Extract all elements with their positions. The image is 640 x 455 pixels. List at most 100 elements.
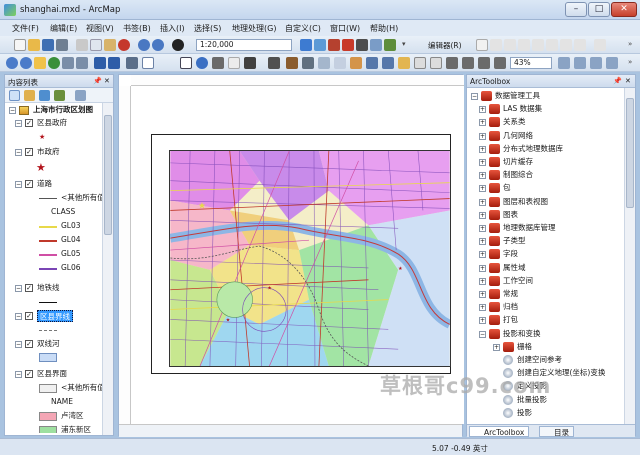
edit-tool-icon[interactable] [476, 39, 488, 51]
list-by-drawing-order-icon[interactable] [9, 90, 20, 101]
toc-layer-metro[interactable]: 地铁线 [37, 282, 60, 294]
save-icon[interactable] [42, 39, 54, 51]
layer-checkbox[interactable]: ✓ [25, 370, 33, 378]
toolset-expander-icon[interactable]: + [493, 343, 500, 351]
list-by-visibility-icon[interactable] [39, 90, 50, 101]
editor-toolbar-icon[interactable] [300, 39, 312, 51]
menu-insert[interactable]: 插入(I) [160, 23, 185, 34]
redo-icon[interactable] [152, 39, 164, 51]
zoom-100-percent-icon[interactable] [430, 57, 442, 69]
toolset-expander-icon[interactable]: + [479, 198, 486, 206]
toolset-expander-icon[interactable]: + [479, 304, 486, 312]
toolbox-toolset-item[interactable]: 切片缓存 [503, 155, 533, 168]
open-folder-icon[interactable] [28, 39, 40, 51]
toolbox-toolset-item[interactable]: 包 [503, 181, 511, 194]
tab-catalog[interactable]: 目录 [539, 426, 574, 437]
toolbox-toolset-item[interactable]: 几何网络 [503, 129, 533, 142]
fixed-zoom-in-icon[interactable] [62, 57, 74, 69]
toolset-expander-icon[interactable]: + [479, 119, 486, 127]
layout-zoom-in-icon[interactable] [366, 57, 378, 69]
split-tool-icon[interactable] [532, 39, 544, 51]
toolbox-toolset-item[interactable]: 图表 [503, 208, 518, 221]
menu-customize[interactable]: 自定义(C) [285, 23, 321, 34]
list-by-selection-icon[interactable] [54, 90, 65, 101]
toolset-expander-icon[interactable]: + [479, 317, 486, 325]
menu-selection[interactable]: 选择(S) [194, 23, 221, 34]
close-button[interactable]: ✕ [611, 2, 637, 17]
layer-checkbox[interactable]: ✓ [25, 148, 33, 156]
map-scale-combo[interactable]: 1:20,000 [196, 39, 292, 51]
undo-icon[interactable] [138, 39, 150, 51]
toolset-expander-icon[interactable]: + [479, 145, 486, 153]
zoom-whole-page-icon[interactable] [414, 57, 426, 69]
toolbox-toolset-item[interactable]: 字段 [503, 247, 518, 260]
data-driven-pages-icon[interactable] [606, 57, 618, 69]
zoom-percent-combo[interactable]: 43% [510, 57, 552, 69]
zoom-out-icon[interactable] [20, 57, 32, 69]
layer-checkbox[interactable]: ✓ [25, 284, 33, 292]
find-icon[interactable] [244, 57, 256, 69]
toc-layer-roads[interactable]: 道路 [37, 178, 52, 190]
menu-edit[interactable]: 编辑(E) [50, 23, 77, 34]
time-slider-icon[interactable] [334, 57, 346, 69]
toc-layer-city-gov[interactable]: 市政府 [37, 146, 60, 158]
delete-icon[interactable] [118, 39, 130, 51]
toolbox-toolset-item[interactable]: 地理数据库管理 [503, 221, 556, 234]
paste-icon[interactable] [104, 39, 116, 51]
toolbox-toolset-item[interactable]: LAS 数据集 [503, 102, 542, 115]
layer-expander-icon[interactable]: − [15, 181, 22, 188]
layer-expander-icon[interactable]: − [15, 120, 22, 127]
tab-arctoolbox[interactable]: ArcToolbox [469, 426, 530, 437]
layer-expander-icon[interactable]: − [15, 313, 22, 320]
toolbox-toolset-item[interactable]: 关系类 [503, 115, 526, 128]
maximize-button[interactable]: □ [588, 2, 610, 17]
catalog-icon[interactable] [328, 39, 340, 51]
zoom-in-icon[interactable] [6, 57, 18, 69]
clear-selection-icon[interactable] [142, 57, 154, 69]
add-data-icon[interactable] [172, 39, 184, 51]
toolbox-toolset-item[interactable]: 属性域 [503, 261, 526, 274]
find-route-icon[interactable] [286, 57, 298, 69]
attributes-icon[interactable] [560, 39, 572, 51]
toolbox-tool-item[interactable]: 投影 [517, 406, 532, 419]
toolbox-toolset-item[interactable]: 投影和变换 [503, 327, 541, 340]
menu-help[interactable]: 帮助(H) [370, 23, 398, 34]
select-elements-icon[interactable] [180, 57, 192, 69]
create-features-icon[interactable] [594, 39, 606, 51]
layer-expander-icon[interactable]: − [15, 285, 22, 292]
identify-icon[interactable] [196, 57, 208, 69]
fixed-zoom-out-icon[interactable] [76, 57, 88, 69]
layer-checkbox[interactable]: ✓ [25, 180, 33, 188]
arctoolbox-scrollbar[interactable] [624, 88, 635, 424]
toolbox-toolset-item[interactable]: 工作空间 [503, 274, 533, 287]
change-layout-icon[interactable] [590, 57, 602, 69]
toolbox-toolset-item[interactable]: 图层和表视图 [503, 195, 548, 208]
toolbox-data-management[interactable]: 数据管理工具 [495, 89, 540, 102]
toc-dataframe-label[interactable]: 上海市行政区划图 [33, 104, 93, 116]
toc-scroll-thumb[interactable] [104, 115, 112, 235]
toc-close-icon[interactable]: ✕ [104, 77, 110, 85]
measure-icon[interactable] [318, 57, 330, 69]
arctoolbox-close-icon[interactable]: ✕ [625, 77, 631, 85]
toolset-expander-icon[interactable]: + [479, 277, 486, 285]
list-by-source-icon[interactable] [24, 90, 35, 101]
forward-extent-icon[interactable] [108, 57, 120, 69]
toolbar-options-chevron-icon[interactable]: ▾ [402, 40, 406, 48]
shanghai-map-data-frame[interactable]: ★ ★ ★ ★ [169, 150, 451, 367]
toolbox-toolset-item[interactable]: 分布式地理数据库 [503, 142, 563, 155]
arctoolbox-pin-icon[interactable]: 📌 [613, 77, 622, 85]
toolset-expander-icon[interactable]: − [479, 330, 486, 338]
toc-layer-county-boundary[interactable]: 区县界线 [37, 310, 73, 322]
edit-annotation-icon[interactable] [490, 39, 502, 51]
layout-forward-icon[interactable] [478, 57, 490, 69]
focus-data-frame-icon[interactable] [574, 57, 586, 69]
search-window-icon[interactable] [384, 39, 396, 51]
toolset-expander-icon[interactable]: + [479, 238, 486, 246]
arctoolbox-icon[interactable] [342, 39, 354, 51]
layer-expander-icon[interactable]: − [15, 149, 22, 156]
full-extent-icon[interactable] [48, 57, 60, 69]
layout-back-icon[interactable] [462, 57, 474, 69]
toolset-expander-icon[interactable]: + [479, 185, 486, 193]
back-extent-icon[interactable] [94, 57, 106, 69]
sketch-properties-icon[interactable] [574, 39, 586, 51]
